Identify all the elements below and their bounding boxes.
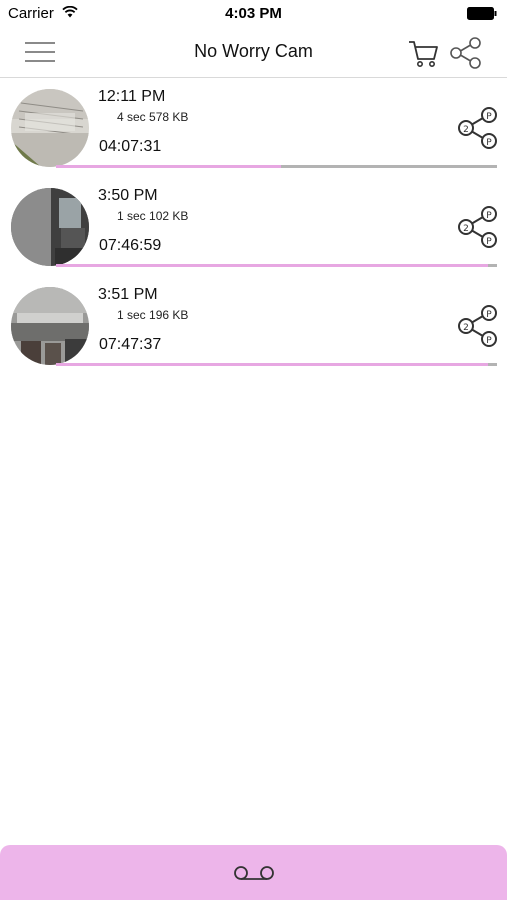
status-clock: 4:03 PM bbox=[225, 5, 282, 22]
video-thumbnail bbox=[11, 188, 89, 266]
playback-progress-fill bbox=[56, 363, 489, 366]
battery-icon bbox=[467, 7, 497, 20]
video-thumbnail bbox=[11, 287, 89, 365]
recording-time: 3:50 PM bbox=[98, 187, 158, 204]
share-icon[interactable]: 2 P P bbox=[455, 205, 501, 249]
playback-progress bbox=[56, 363, 497, 366]
share-icon[interactable]: 2 P P bbox=[455, 304, 501, 348]
playback-progress bbox=[56, 264, 497, 267]
playback-progress bbox=[56, 165, 497, 168]
svg-text:2: 2 bbox=[463, 224, 469, 234]
list-item[interactable]: 3:50 PM 1 sec 102 KB 07:46:59 2 P P bbox=[0, 178, 507, 277]
recording-timestamp: 07:46:59 bbox=[99, 237, 162, 254]
recording-time: 12:11 PM bbox=[98, 88, 166, 105]
list-item[interactable]: 3:51 PM 1 sec 196 KB 07:47:37 2 P P bbox=[0, 277, 507, 376]
playback-progress-fill bbox=[56, 165, 281, 168]
recordings-list: 12:11 PM 4 sec 578 KB 04:07:31 2 P P 3:5… bbox=[0, 79, 507, 376]
recording-meta: 1 sec 102 KB bbox=[117, 209, 189, 223]
svg-text:P: P bbox=[486, 138, 492, 148]
share-icon[interactable]: 2 P P bbox=[455, 106, 501, 150]
record-button[interactable] bbox=[0, 845, 507, 900]
recording-timestamp: 04:07:31 bbox=[99, 138, 162, 155]
cart-icon[interactable] bbox=[406, 36, 440, 70]
playback-progress-fill bbox=[56, 264, 489, 267]
svg-text:2: 2 bbox=[463, 125, 469, 135]
recording-meta: 1 sec 196 KB bbox=[117, 308, 189, 322]
svg-text:2: 2 bbox=[463, 323, 469, 333]
voicemail-record-icon bbox=[234, 866, 274, 880]
svg-text:P: P bbox=[486, 336, 492, 346]
status-bar: Carrier 4:03 PM bbox=[0, 0, 507, 28]
svg-text:P: P bbox=[486, 237, 492, 247]
video-thumbnail bbox=[11, 89, 89, 167]
share-icon[interactable] bbox=[448, 36, 484, 70]
recording-meta: 4 sec 578 KB bbox=[117, 110, 189, 124]
list-item[interactable]: 12:11 PM 4 sec 578 KB 04:07:31 2 P P bbox=[0, 79, 507, 178]
svg-text:P: P bbox=[486, 211, 492, 221]
svg-text:P: P bbox=[486, 310, 492, 320]
nav-bar: No Worry Cam bbox=[0, 28, 507, 78]
recording-timestamp: 07:47:37 bbox=[99, 336, 162, 353]
recording-time: 3:51 PM bbox=[98, 286, 158, 303]
svg-text:P: P bbox=[486, 112, 492, 122]
